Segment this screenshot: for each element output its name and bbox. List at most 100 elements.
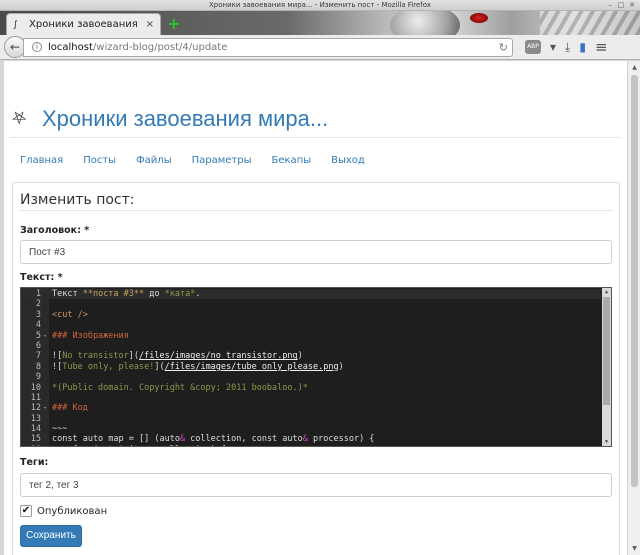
fold-marker-icon xyxy=(41,372,49,382)
editor-lines: 1 Текст **поста #3** до *ката*. 2 3 <cut /> 4… xyxy=(21,289,601,446)
bookmarks-icon[interactable]: ▮ xyxy=(579,40,586,54)
site-title-link[interactable]: Хроники завоевания мира... xyxy=(42,106,328,132)
nav-home[interactable]: Главная xyxy=(20,155,63,166)
tab-label: Хроники завоевания м... xyxy=(29,19,140,30)
hamburger-menu-icon[interactable]: ≡ xyxy=(595,40,608,55)
edit-post-panel: Изменить пост: Заголовок: * Текст: * 1 Те… xyxy=(12,182,620,555)
line-text xyxy=(49,299,52,309)
line-number: 10 xyxy=(30,382,41,393)
url-host: localhost xyxy=(48,41,93,53)
line-number: 2 xyxy=(35,299,41,310)
markdown-editor[interactable]: 1 Текст **поста #3** до *ката*. 2 3 <cut /> 4… xyxy=(20,287,612,447)
scroll-down-icon[interactable]: ▼ xyxy=(630,544,639,553)
title-input[interactable] xyxy=(20,240,612,264)
code-line[interactable]: 13 xyxy=(21,414,601,424)
scroll-up-icon[interactable]: ▲ xyxy=(630,63,639,72)
line-text: ![No transistor](/files/images/no_transi… xyxy=(52,351,303,362)
line-number: 5 xyxy=(35,330,41,341)
line-text xyxy=(49,320,52,330)
code-line[interactable]: 1 Текст **поста #3** до *ката*. xyxy=(21,289,601,300)
scroll-down-icon[interactable]: ▼ xyxy=(602,438,611,446)
new-tab-button[interactable]: + xyxy=(166,16,182,32)
toolbar-icons: ABP ▾ ⤓ ▮ ≡ xyxy=(525,40,608,55)
code-line[interactable]: 2 xyxy=(21,299,601,309)
nav-files[interactable]: Файлы xyxy=(136,155,172,166)
panel-title: Изменить пост: xyxy=(20,192,135,208)
page-viewport: ⛧ Хроники завоевания мира... Главная Пос… xyxy=(4,61,627,555)
published-checkbox[interactable]: ✔ xyxy=(20,505,32,517)
site-header: ⛧ Хроники завоевания мира... xyxy=(12,101,328,137)
adblock-icon[interactable]: ABP xyxy=(525,40,541,54)
site-nav: Главная Посты Файлы Параметры Бекапы Вых… xyxy=(20,155,365,166)
text-label: Текст: * xyxy=(20,272,63,283)
header-divider xyxy=(10,137,621,138)
code-line[interactable]: 15 const auto map = [] (auto& collection,… xyxy=(21,434,601,444)
chevron-down-icon[interactable]: ▾ xyxy=(550,40,556,54)
code-line[interactable]: 6 xyxy=(21,341,601,351)
line-text: ~~~ xyxy=(52,424,68,435)
theme-art xyxy=(390,11,460,35)
fold-marker-icon xyxy=(41,320,49,330)
fold-marker-icon xyxy=(41,299,49,309)
line-text: ![Tube only, please!](/files/images/tube… xyxy=(52,361,344,372)
editor-scroll-thumb[interactable] xyxy=(603,297,610,405)
download-icon[interactable]: ⤓ xyxy=(565,40,570,54)
fold-marker-icon xyxy=(41,393,49,403)
code-line[interactable]: 7 ![No transistor](/files/images/no_trans… xyxy=(21,351,601,361)
reload-icon[interactable]: ↻ xyxy=(499,41,508,54)
close-window-button[interactable]: ✕ xyxy=(628,1,636,9)
line-number: 16 xyxy=(21,445,41,446)
line-number: 1 xyxy=(35,289,41,299)
code-line[interactable]: 14 ~~~ xyxy=(21,424,601,434)
editor-scrollbar[interactable]: ▲ ▼ xyxy=(602,288,611,446)
code-line[interactable]: 4 xyxy=(21,320,601,330)
navigation-toolbar: ← i localhost /wizard-blog/post/4/update… xyxy=(0,35,640,60)
info-icon[interactable]: i xyxy=(32,42,42,52)
save-button[interactable]: Сохранить xyxy=(20,525,82,547)
fold-marker-icon xyxy=(41,434,49,444)
maximize-button[interactable]: □ xyxy=(617,1,625,9)
line-number: 7 xyxy=(35,351,41,362)
wizard-hat-icon: ⛧ xyxy=(12,108,27,129)
line-number: 9 xyxy=(35,372,41,383)
line-text: Текст **поста #3** до *ката*. xyxy=(52,289,201,299)
fold-marker-icon xyxy=(41,351,49,361)
code-line[interactable]: 12- ### Код xyxy=(21,403,601,413)
fold-marker-icon xyxy=(41,424,49,434)
fold-marker-icon xyxy=(41,310,49,320)
fold-marker-icon xyxy=(41,383,49,393)
window-controls: – □ ✕ xyxy=(606,1,636,9)
nav-backups[interactable]: Бекапы xyxy=(271,155,311,166)
nav-logout[interactable]: Выход xyxy=(331,155,365,166)
url-path: /wizard-blog/post/4/update xyxy=(92,41,228,53)
fold-marker-icon xyxy=(41,414,49,424)
url-bar[interactable]: i localhost /wizard-blog/post/4/update ↻ xyxy=(23,37,513,57)
fold-marker-icon[interactable]: - xyxy=(41,403,49,413)
line-number: 8 xyxy=(35,361,41,372)
scroll-up-icon[interactable]: ▲ xyxy=(602,288,611,296)
theme-art xyxy=(540,11,640,35)
code-line[interactable]: 16- for (auto& item: collection) { xyxy=(21,445,601,446)
line-text: *(Public domain. Copyright &copy; 2011 b… xyxy=(52,382,308,393)
panel-divider xyxy=(19,210,613,211)
code-line[interactable]: 5- ### Изображения xyxy=(21,331,601,341)
page-scroll-thumb[interactable] xyxy=(631,75,638,487)
window-titlebar: Хроники завоевания мира... - Изменить по… xyxy=(0,0,640,11)
nav-posts[interactable]: Посты xyxy=(83,155,116,166)
theme-art xyxy=(470,13,488,23)
nav-settings[interactable]: Параметры xyxy=(192,155,252,166)
code-line[interactable]: 10 *(Public domain. Copyright &copy; 2011… xyxy=(21,383,601,393)
code-line[interactable]: 3 <cut /> xyxy=(21,310,601,320)
code-line[interactable]: 11 xyxy=(21,393,601,403)
fold-marker-icon xyxy=(41,362,49,372)
favicon-icon: ∫ xyxy=(13,19,18,30)
code-line[interactable]: 8 ![Tube only, please!](/files/images/tub… xyxy=(21,362,601,372)
tags-input[interactable] xyxy=(20,473,612,497)
minimize-button[interactable]: – xyxy=(606,1,614,9)
close-tab-icon[interactable]: × xyxy=(146,19,154,30)
fold-marker-icon[interactable]: - xyxy=(41,331,49,341)
browser-tab[interactable]: ∫ Хроники завоевания м... × xyxy=(6,13,161,35)
code-line[interactable]: 9 xyxy=(21,372,601,382)
page-scrollbar[interactable]: ▲ ▼ xyxy=(627,61,640,555)
fold-marker-icon[interactable]: - xyxy=(41,445,49,446)
